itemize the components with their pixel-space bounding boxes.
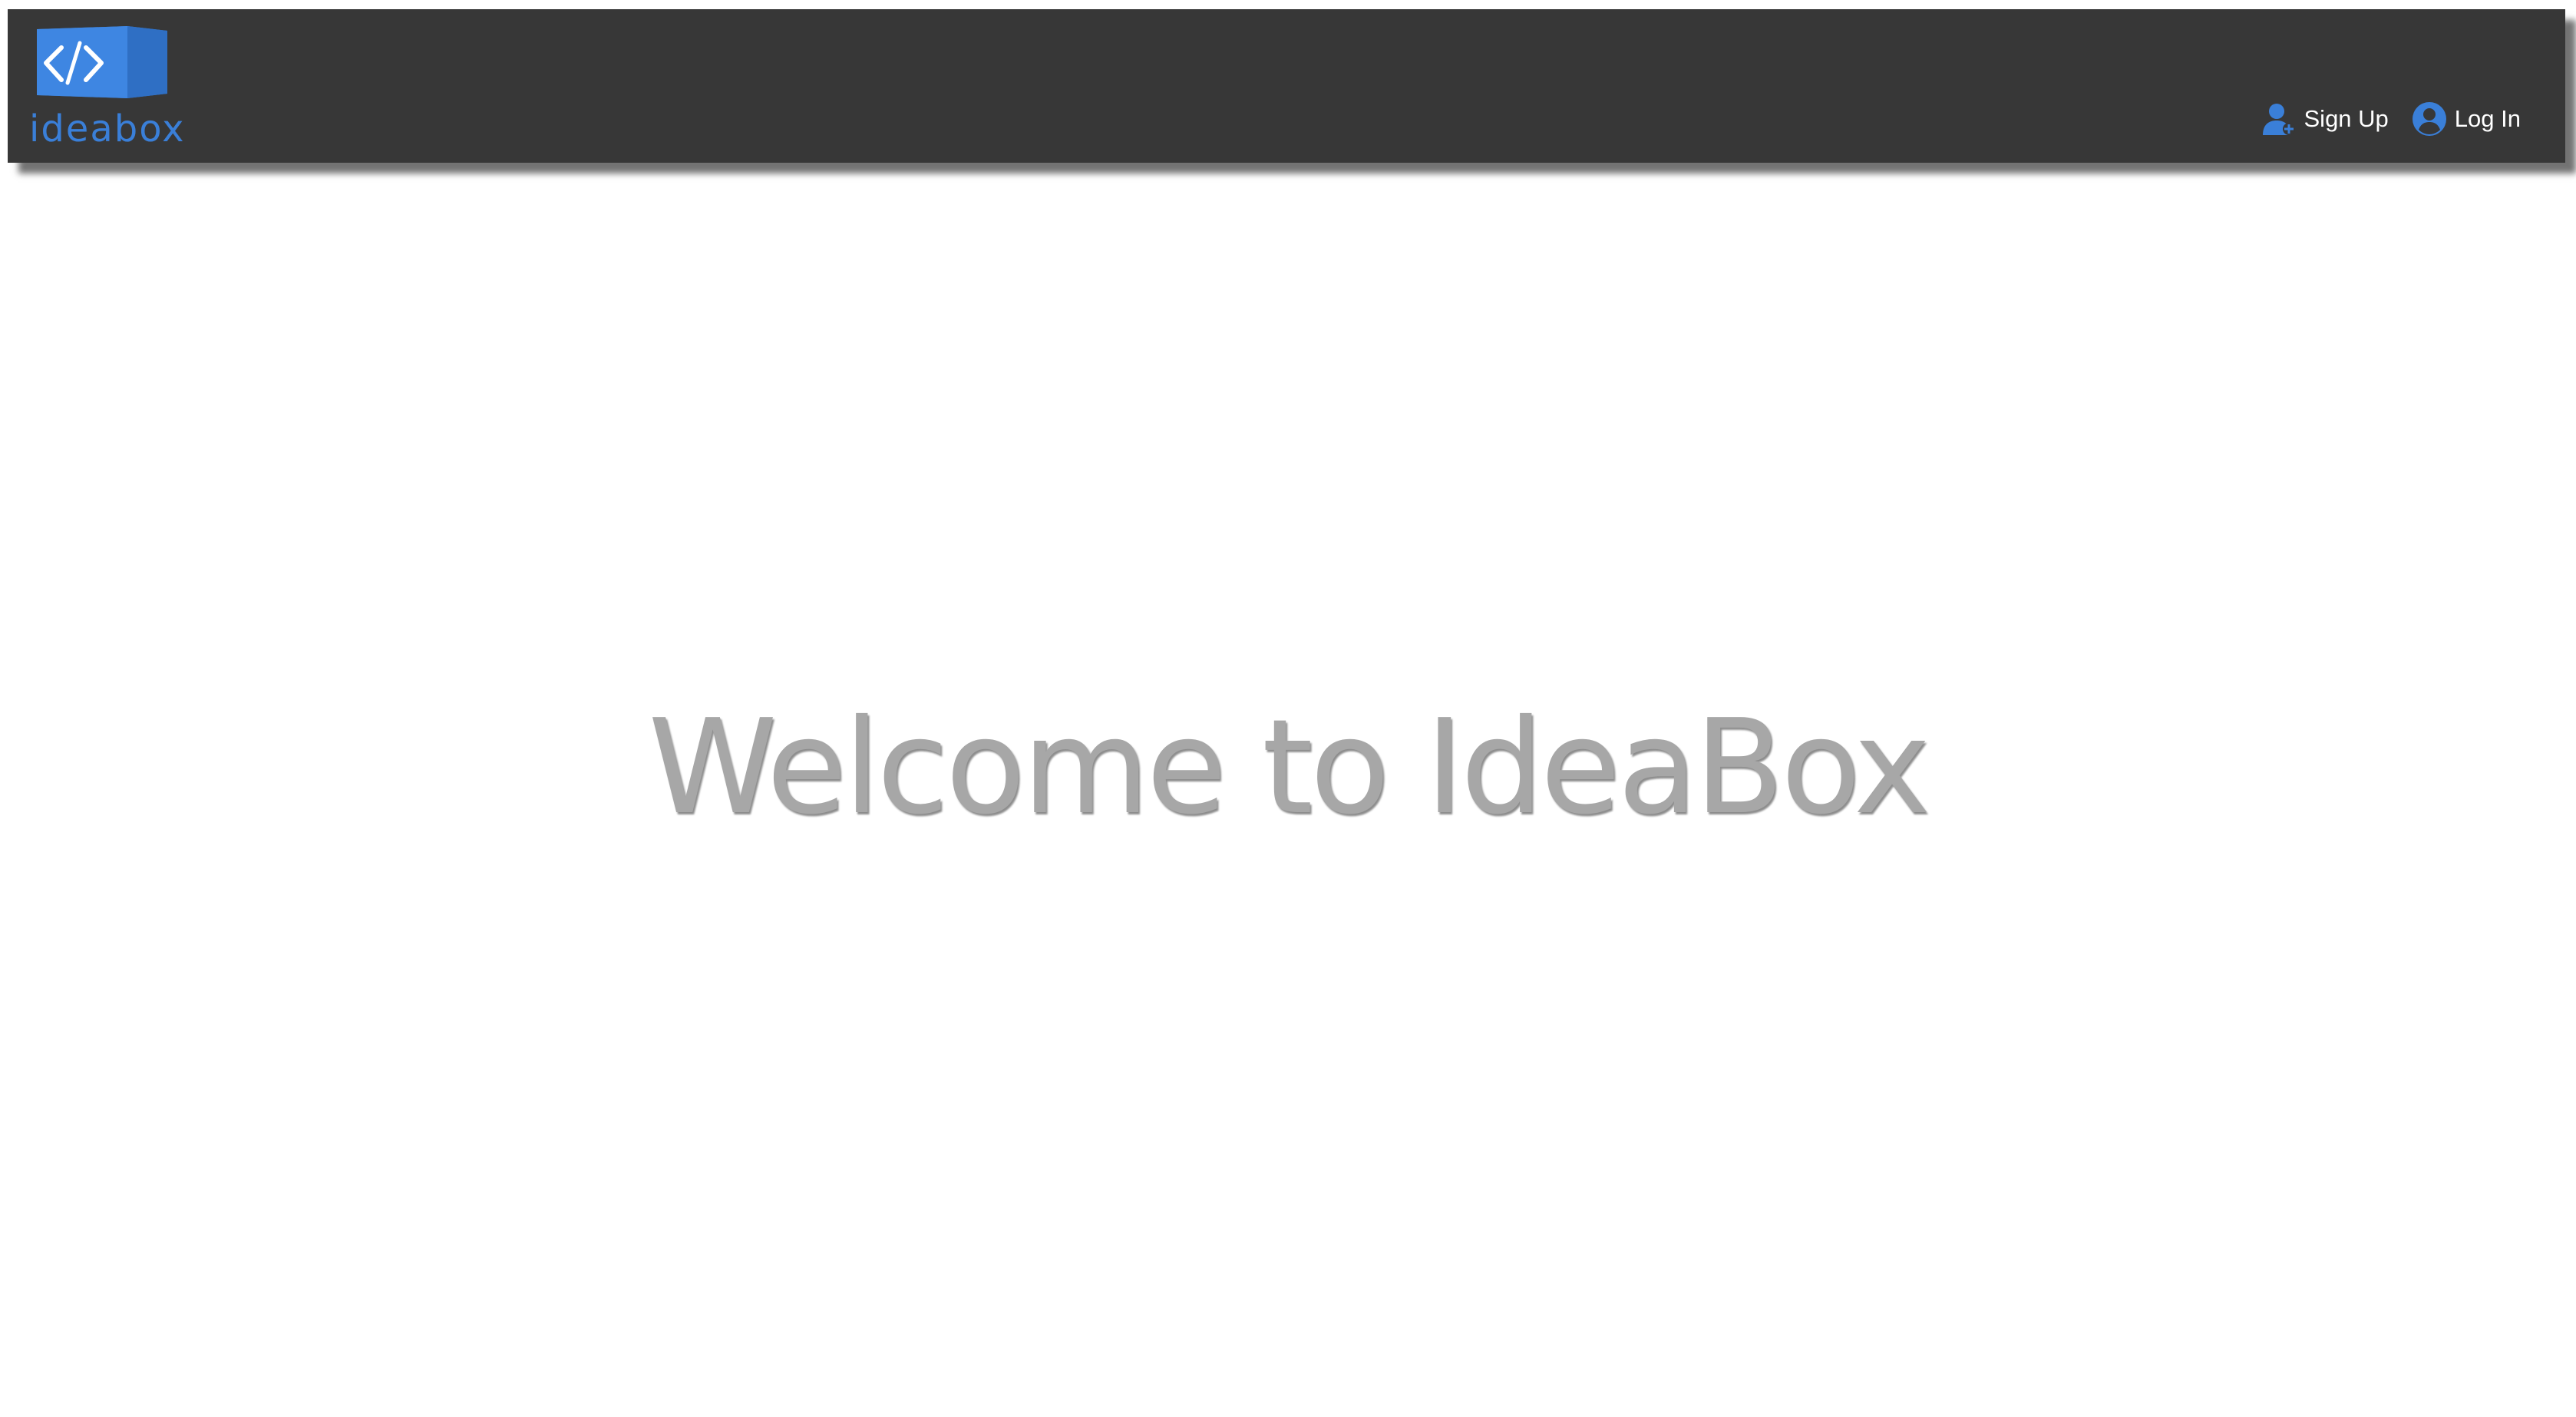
log-in-link[interactable]: Log In — [2412, 101, 2521, 137]
sign-up-label: Sign Up — [2304, 105, 2389, 132]
user-plus-icon — [2262, 104, 2295, 135]
top-navbar: ideabox Sign Up Log In — [8, 9, 2565, 163]
hero-title: Welcome to IdeaBox — [648, 692, 1930, 844]
ideabox-logo[interactable]: ideabox — [29, 26, 186, 157]
log-in-label: Log In — [2454, 105, 2521, 132]
user-circle-icon — [2412, 102, 2446, 136]
logo-wordmark: ideabox — [29, 107, 186, 150]
sign-up-link[interactable]: Sign Up — [2261, 101, 2389, 137]
code-brackets-icon — [37, 26, 167, 98]
auth-nav: Sign Up Log In — [2261, 94, 2521, 144]
